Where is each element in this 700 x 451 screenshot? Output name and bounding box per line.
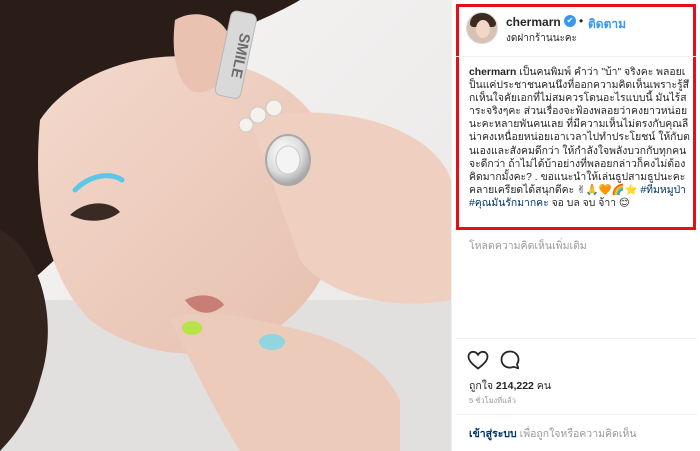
avatar[interactable] bbox=[466, 12, 498, 44]
caption-text: เป็นคนพิมพ์ คำว่า "บ้า" จริงคะ พลอยเป็นแ… bbox=[469, 67, 690, 196]
likes-suffix: คน bbox=[533, 380, 552, 392]
caption-emojis: ✌🙏🧡🌈⭐ bbox=[577, 184, 638, 196]
login-suffix: เพื่อถูกใจหรือความคิดเห็น bbox=[516, 428, 637, 440]
login-divider bbox=[456, 414, 697, 415]
header-divider bbox=[456, 56, 697, 57]
action-bar bbox=[466, 348, 692, 372]
verified-badge-icon: ✔ bbox=[564, 15, 576, 27]
username-link[interactable]: chermarn bbox=[506, 15, 561, 29]
post-timestamp: 5 ชั่วโมงที่แล้ว bbox=[469, 396, 516, 405]
caption-username[interactable]: chermarn bbox=[469, 67, 516, 78]
likes-prefix: ถูกใจ bbox=[469, 380, 493, 392]
photo-illustration: SMILE bbox=[0, 0, 451, 451]
heart-icon[interactable] bbox=[466, 348, 490, 372]
likes-line[interactable]: ถูกใจ 214,222 คน bbox=[469, 377, 551, 394]
post-caption: chermarn เป็นคนพิมพ์ คำว่า "บ้า" จริงคะ … bbox=[469, 66, 691, 210]
avatar-face bbox=[476, 20, 490, 38]
location-text[interactable]: งดฝากร้านนะคะ bbox=[506, 31, 577, 46]
likes-count: 214,222 bbox=[495, 380, 534, 392]
login-link[interactable]: เข้าสู่ระบบ bbox=[469, 428, 517, 440]
load-more-comments-link[interactable]: โหลดความคิดเห็นเพิ่มเติม bbox=[469, 237, 587, 254]
post-side-panel: chermarn ✔ • ติดตาม งดฝากร้านนะคะ cherma… bbox=[451, 0, 700, 451]
login-prompt: เข้าสู่ระบบ เพื่อถูกใจหรือความคิดเห็น bbox=[469, 425, 637, 442]
caption-tail: จอ บล จบ จ้าา 😊 bbox=[548, 197, 630, 209]
dot-separator: • bbox=[579, 14, 584, 28]
post-photo[interactable]: SMILE bbox=[0, 0, 451, 451]
follow-button[interactable]: ติดตาม bbox=[588, 15, 626, 34]
actions-divider bbox=[456, 338, 697, 339]
post-header: chermarn ✔ • ติดตาม งดฝากร้านนะคะ bbox=[466, 12, 692, 46]
comment-bubble-icon[interactable] bbox=[498, 348, 522, 372]
